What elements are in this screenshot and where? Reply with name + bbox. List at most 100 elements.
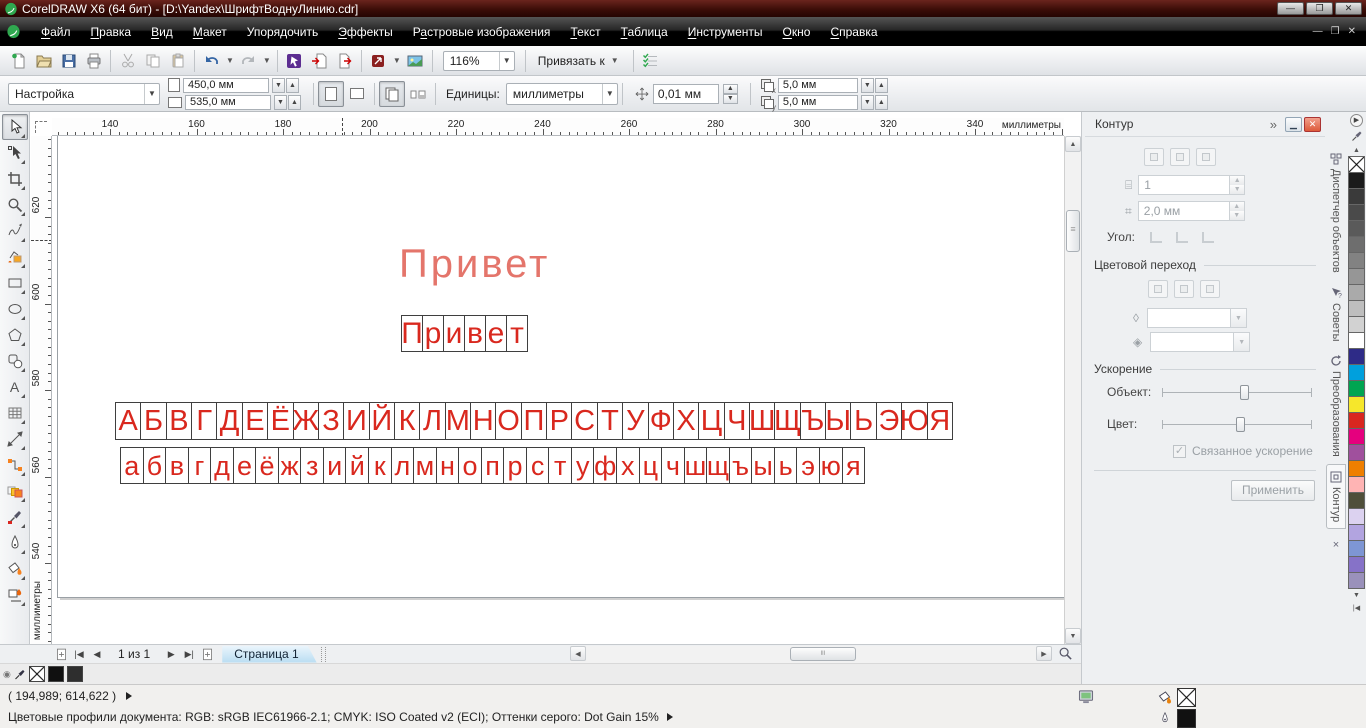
letter-cell[interactable]: Н bbox=[470, 402, 497, 440]
current-page-button[interactable] bbox=[405, 81, 431, 107]
doc-minimize-icon[interactable]: — bbox=[1313, 26, 1323, 37]
letter-cell[interactable]: м bbox=[413, 447, 437, 484]
menu-item-вид[interactable]: Вид bbox=[141, 20, 183, 44]
palette-swatch[interactable] bbox=[1348, 220, 1365, 237]
letter-cell[interactable]: ё bbox=[255, 447, 279, 484]
snap-to-dropdown[interactable]: Привязать к ▼ bbox=[530, 54, 629, 68]
letter-cell[interactable]: н bbox=[435, 447, 460, 484]
new-document-button[interactable] bbox=[6, 49, 31, 73]
spin-down[interactable]: ▼ bbox=[722, 93, 738, 104]
menu-item-правка[interactable]: Правка bbox=[81, 20, 142, 44]
import-button[interactable] bbox=[307, 49, 332, 73]
eyedropper-icon[interactable] bbox=[14, 668, 26, 681]
palette-swatch[interactable] bbox=[1348, 524, 1365, 541]
artwork-boxed-word[interactable]: Привет bbox=[401, 315, 528, 352]
letter-cell[interactable]: у bbox=[570, 447, 595, 484]
flyout-arrow-icon[interactable] bbox=[126, 692, 133, 700]
palette-swatch[interactable] bbox=[1348, 444, 1365, 461]
ruler-origin[interactable] bbox=[31, 118, 52, 136]
proof-colors-icon[interactable] bbox=[1078, 689, 1094, 704]
previous-page-icon[interactable]: ◀ bbox=[88, 646, 106, 663]
linear-blend-button[interactable] bbox=[1148, 280, 1168, 298]
scroll-left-icon[interactable]: ◀ bbox=[570, 646, 586, 661]
letter-cell[interactable]: й bbox=[345, 447, 370, 484]
welcome-screen-button[interactable] bbox=[403, 49, 428, 73]
chevron-down-icon[interactable]: ▼ bbox=[391, 56, 403, 65]
letter-cell[interactable]: б bbox=[142, 447, 167, 484]
doc-close-icon[interactable]: ✕ bbox=[1348, 26, 1356, 37]
letter-cell[interactable]: Й bbox=[368, 402, 395, 440]
chevron-down-icon[interactable]: ▼ bbox=[261, 56, 273, 65]
letter-cell[interactable]: т bbox=[506, 315, 528, 352]
landscape-button[interactable] bbox=[344, 81, 370, 107]
letter-cell[interactable]: о bbox=[458, 447, 482, 484]
spin-up[interactable]: ▲ bbox=[286, 77, 299, 93]
horizontal-scrollbar[interactable]: ◀ ▶ bbox=[570, 646, 1052, 663]
letter-cell[interactable]: т bbox=[548, 447, 572, 484]
spin-down[interactable]: ▼ bbox=[1230, 185, 1245, 194]
horizontal-ruler[interactable]: миллиметры 140 160 180 200 220 240 260 280 300 32… bbox=[52, 118, 1064, 136]
letter-cell[interactable]: О bbox=[495, 402, 522, 440]
letter-cell[interactable]: ы bbox=[751, 447, 775, 484]
table-tool[interactable] bbox=[2, 400, 28, 426]
print-button[interactable] bbox=[81, 49, 106, 73]
vertical-ruler[interactable]: миллиметры 640620600580560540 bbox=[31, 136, 52, 644]
zoom-tool[interactable] bbox=[2, 192, 28, 218]
letter-cell[interactable]: в bbox=[464, 315, 486, 352]
letter-cell[interactable]: Э bbox=[875, 402, 903, 440]
portrait-button[interactable] bbox=[318, 80, 344, 107]
letter-cell[interactable]: Ф bbox=[647, 402, 674, 440]
palette-swatch[interactable] bbox=[1348, 508, 1365, 525]
contour-steps-field[interactable]: 1 bbox=[1138, 175, 1231, 195]
palette-swatch[interactable] bbox=[1348, 172, 1365, 189]
letter-cell[interactable]: г bbox=[187, 447, 212, 484]
counterclockwise-blend-button[interactable] bbox=[1200, 280, 1220, 298]
all-pages-button[interactable] bbox=[379, 80, 405, 107]
vertical-scrollbar[interactable]: ▲ ▼ bbox=[1064, 136, 1081, 644]
letter-cell[interactable]: ю bbox=[818, 447, 843, 484]
menu-item-справка[interactable]: Справка bbox=[820, 20, 887, 44]
rectangle-tool[interactable] bbox=[2, 270, 28, 296]
next-page-icon[interactable]: ▶ bbox=[162, 646, 180, 663]
letter-cell[interactable]: к bbox=[368, 447, 392, 484]
menu-item-растровые изображения[interactable]: Растровые изображения bbox=[403, 20, 561, 44]
letter-cell[interactable]: в bbox=[165, 447, 189, 484]
spin-up[interactable]: ▲ bbox=[1229, 202, 1244, 211]
palette-swatch[interactable] bbox=[1348, 396, 1365, 413]
redo-button[interactable] bbox=[236, 49, 261, 73]
horizontal-scroll-thumb[interactable] bbox=[790, 647, 856, 661]
minimize-button[interactable]: — bbox=[1277, 2, 1304, 15]
page-tab[interactable]: Страница 1 bbox=[222, 646, 316, 663]
chevron-down-icon[interactable]: ▼ bbox=[224, 56, 236, 65]
letter-cell[interactable]: Р bbox=[546, 402, 573, 440]
spin-up[interactable]: ▲ bbox=[874, 94, 888, 110]
dimension-tool[interactable] bbox=[2, 426, 28, 452]
duplicate-y-field[interactable]: 5,0 мм bbox=[777, 94, 858, 110]
doc-swatch-gray[interactable] bbox=[66, 666, 83, 682]
artwork-title-text[interactable]: Привет bbox=[399, 242, 550, 287]
letter-cell[interactable]: Т bbox=[596, 402, 624, 440]
docker-expand-icon[interactable]: » bbox=[1264, 117, 1283, 132]
letter-cell[interactable]: п bbox=[480, 447, 505, 484]
palette-swatch[interactable] bbox=[1348, 252, 1365, 269]
artwork-alphabet-lower[interactable]: абвгдеёжзийклмнопрстуфхцчшщъыьэюя bbox=[120, 447, 866, 484]
docker-tab-диспетчер-объектов[interactable]: Диспетчер объектов bbox=[1326, 146, 1346, 280]
letter-cell[interactable]: и bbox=[322, 447, 347, 484]
menu-item-файл[interactable]: Файл bbox=[31, 20, 81, 44]
miter-corner-button[interactable] bbox=[1146, 229, 1166, 245]
undo-button[interactable] bbox=[199, 49, 224, 73]
round-corner-button[interactable] bbox=[1172, 229, 1192, 245]
spin-up[interactable]: ▲ bbox=[288, 94, 301, 110]
palette-swatch[interactable] bbox=[1348, 300, 1365, 317]
zoom-tool-icon[interactable] bbox=[1058, 646, 1072, 660]
palette-swatch[interactable] bbox=[1348, 204, 1365, 221]
letter-cell[interactable]: ш bbox=[683, 447, 708, 484]
scroll-up-icon[interactable]: ▲ bbox=[1065, 136, 1081, 152]
letter-cell[interactable]: ъ bbox=[728, 447, 753, 484]
options-button[interactable] bbox=[638, 49, 663, 73]
basic-shapes-tool[interactable] bbox=[2, 348, 28, 374]
linked-acceleration-checkbox[interactable]: ✓ bbox=[1173, 444, 1186, 458]
spin-down[interactable]: ▼ bbox=[1229, 211, 1244, 220]
palette-expand-icon[interactable]: |◀ bbox=[1348, 602, 1365, 615]
object-acceleration-slider[interactable] bbox=[1162, 384, 1312, 400]
